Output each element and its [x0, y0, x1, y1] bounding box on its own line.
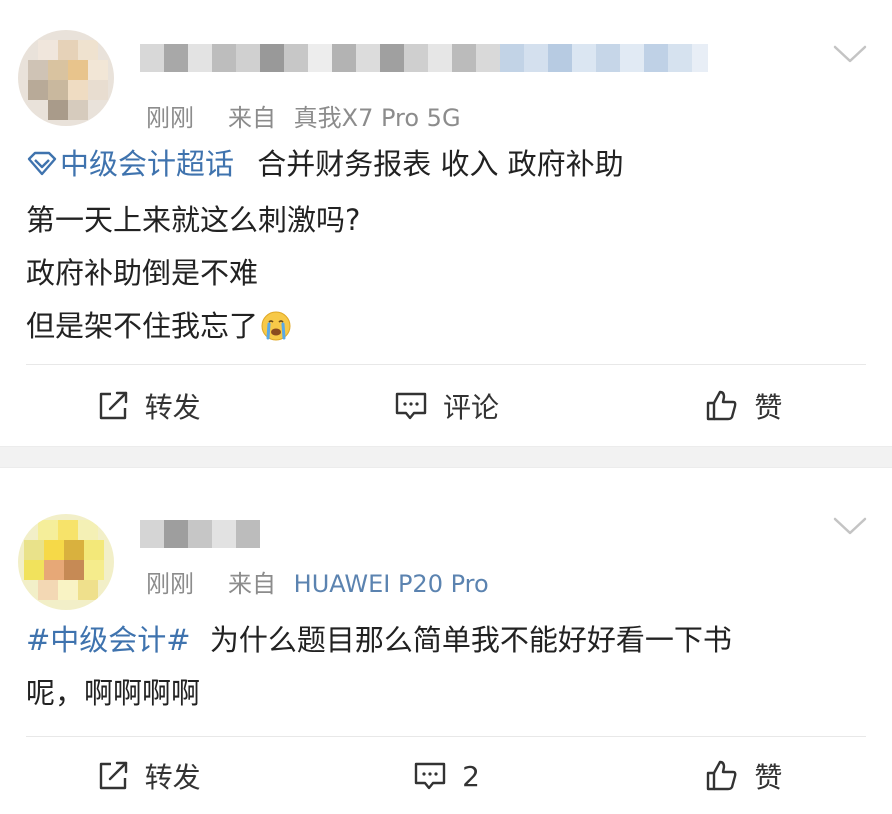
- repost-button[interactable]: 转发: [0, 376, 297, 436]
- content-line-2: 第一天上来就这么刺激吗?: [26, 203, 361, 237]
- source-device-link[interactable]: HUAWEI P20 Pro: [294, 570, 489, 598]
- repost-icon: [99, 391, 127, 420]
- content-line-1-text: 合并财务报表 收入 政府补助: [257, 147, 624, 181]
- like-button[interactable]: 赞: [595, 376, 892, 436]
- post-content: #中级会计# 为什么题目那么简单我不能好好看一下书 呢，啊啊啊啊: [26, 614, 852, 720]
- like-button[interactable]: 赞: [595, 746, 892, 806]
- source-prefix: 来自: [228, 570, 276, 598]
- divider: [26, 736, 866, 737]
- like-icon: [707, 390, 737, 421]
- content-line-1: 中级会计超话 合并财务报表 收入 政府补助: [26, 138, 852, 194]
- content-line-3: 政府补助倒是不难: [26, 256, 259, 290]
- post-card-1[interactable]: 刚刚 来自 真我X7 Pro 5G 中级会计超话 合并财务报表 收入 政府补助 第…: [0, 0, 892, 446]
- content-line-1: #中级会计# 为什么题目那么简单我不能好好看一下书: [26, 614, 852, 667]
- post-card-2[interactable]: 刚刚 来自 HUAWEI P20 Pro #中级会计# 为什么题目那么简单我不能好…: [0, 468, 892, 814]
- username-mosaic: [140, 520, 260, 548]
- feed-separator: [0, 446, 892, 468]
- hashtag-link[interactable]: #中级会计#: [26, 623, 191, 657]
- comment-label: 评论: [442, 391, 499, 424]
- source-prefix: 来自: [228, 104, 276, 132]
- super-topic-label: 中级会计超话: [60, 147, 235, 181]
- chevron-down-icon[interactable]: [832, 514, 868, 538]
- super-topic-icon: [26, 141, 58, 194]
- post-time: 刚刚: [146, 104, 194, 132]
- super-topic-link[interactable]: 中级会计超话: [26, 147, 243, 181]
- comment-button[interactable]: 2: [297, 746, 594, 806]
- username-mosaic: [140, 44, 708, 72]
- repost-icon: [99, 761, 127, 790]
- comment-icon: [395, 392, 427, 420]
- action-bar: 转发 评论 赞: [0, 376, 892, 436]
- post-meta: 刚刚 来自 真我X7 Pro 5G: [146, 98, 461, 133]
- content-line-2: 呢，啊啊啊啊: [26, 676, 201, 710]
- like-label: 赞: [754, 761, 783, 794]
- like-label: 赞: [754, 391, 783, 424]
- post-content: 中级会计超话 合并财务报表 收入 政府补助 第一天上来就这么刺激吗? 政府补助倒…: [26, 138, 852, 353]
- avatar[interactable]: [18, 514, 114, 610]
- content-line-1-text: 为什么题目那么简单我不能好好看一下书: [209, 623, 732, 657]
- content-line-4: 但是架不住我忘了: [26, 300, 852, 353]
- post-meta: 刚刚 来自 HUAWEI P20 Pro: [146, 564, 489, 599]
- repost-button[interactable]: 转发: [0, 746, 297, 806]
- repost-label: 转发: [144, 391, 201, 424]
- divider: [26, 364, 866, 365]
- source-device: 真我X7 Pro 5G: [293, 104, 461, 132]
- content-line-4-text: 但是架不住我忘了: [26, 309, 259, 343]
- chevron-down-icon[interactable]: [832, 42, 868, 66]
- comment-count: 2: [462, 759, 480, 793]
- action-bar: 转发 2 赞: [0, 746, 892, 806]
- comment-button[interactable]: 评论: [297, 376, 594, 436]
- like-icon: [707, 760, 737, 791]
- post-time: 刚刚: [146, 570, 194, 598]
- crying-face-emoji: [260, 306, 292, 341]
- username-blurred[interactable]: [140, 40, 708, 76]
- avatar-mosaic: [18, 514, 114, 610]
- repost-label: 转发: [144, 761, 201, 794]
- username-blurred[interactable]: [140, 516, 260, 552]
- comment-icon: [414, 762, 446, 790]
- avatar-mosaic: [18, 30, 114, 126]
- avatar[interactable]: [18, 30, 114, 126]
